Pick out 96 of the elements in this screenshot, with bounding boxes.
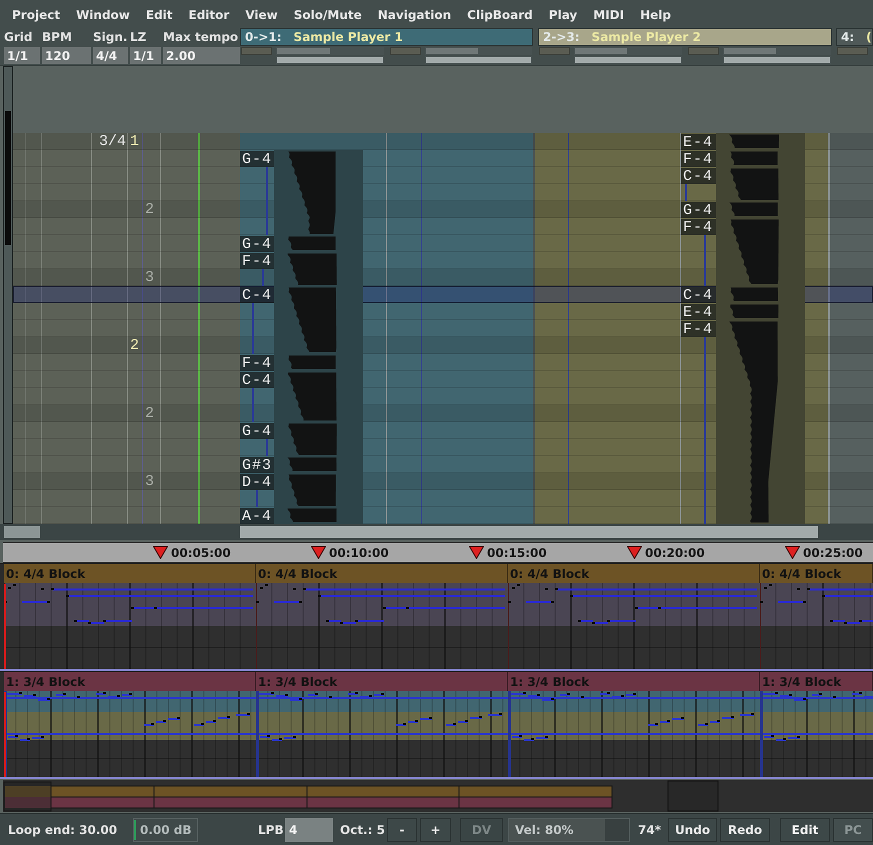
setting-field[interactable]: 1/1: [4, 47, 40, 64]
toggle-button[interactable]: [837, 47, 868, 55]
time-signature: 3/4: [98, 133, 127, 150]
undo-button[interactable]: Undo: [668, 818, 717, 842]
track-name: (: [866, 30, 872, 44]
note-label: F-4: [240, 253, 274, 269]
track-title-bar[interactable]: 4: (: [836, 28, 873, 46]
menu-item[interactable]: Solo/Mute: [286, 4, 370, 24]
track-title-bar[interactable]: 0->1: Sample Player 1: [240, 28, 533, 46]
setting-label: Grid: [4, 30, 32, 44]
note-label: G-4: [240, 423, 274, 439]
slider-track[interactable]: [276, 47, 384, 55]
setting-field[interactable]: 2.00: [163, 47, 240, 64]
note-label: C-4: [240, 372, 274, 388]
track-number: 0->1:: [245, 30, 282, 44]
time-label: 00:25:00: [803, 546, 863, 560]
redo-button[interactable]: Redo: [720, 818, 770, 842]
toggle-button[interactable]: [688, 47, 719, 55]
menu-item[interactable]: Edit: [138, 4, 181, 24]
toggle-button[interactable]: [241, 47, 272, 55]
triangle-marker-icon: [785, 546, 800, 559]
lpb-label: LPB: [258, 822, 283, 836]
octave-down-button[interactable]: -: [387, 818, 417, 842]
lpb-field[interactable]: 4: [285, 818, 333, 842]
note-label: G#3: [240, 457, 274, 473]
scrollbar-thumb[interactable]: [240, 526, 818, 538]
note-label: F-4: [681, 321, 716, 337]
note-label: G-4: [240, 236, 274, 252]
setting-label: Max tempo: [163, 30, 238, 44]
volume-slider[interactable]: 0.00 dB: [133, 818, 198, 842]
bar-number: 1: [129, 133, 140, 150]
triangle-marker-icon: [311, 546, 326, 559]
block-title[interactable]: 0: 4/4 Block: [4, 564, 256, 583]
beat-number: 2: [144, 201, 156, 218]
triangle-marker-icon: [469, 546, 484, 559]
menu-item[interactable]: ClipBoard: [459, 4, 541, 24]
triangle-marker-icon: [627, 546, 642, 559]
scrollbar-thumb[interactable]: [4, 526, 40, 538]
scrollbar-thumb[interactable]: [5, 111, 11, 245]
note-label: F-4: [681, 151, 716, 167]
note-label: G-4: [681, 202, 716, 218]
block-title[interactable]: 0: 4/4 Block: [508, 564, 760, 583]
menu-item[interactable]: Help: [632, 4, 679, 24]
beat-number: 3: [144, 269, 156, 286]
bar-number: 2: [129, 337, 140, 354]
track-number: 2->3:: [543, 30, 580, 44]
mode-button[interactable]: PC: [833, 818, 873, 842]
note-label: E-4: [681, 304, 716, 320]
menu-item[interactable]: Editor: [180, 4, 238, 24]
slider-track[interactable]: [424, 47, 532, 55]
track-name: Sample Player 1: [294, 30, 403, 44]
setting-field[interactable]: 120: [42, 47, 91, 64]
menu-item[interactable]: Project: [4, 4, 68, 24]
note-label: C-4: [240, 287, 274, 303]
timeline-ruler[interactable]: 00:05:00 00:10:00 00:15:00 00:20:00 00:25:00: [3, 542, 873, 563]
octave-up-button[interactable]: +: [420, 818, 451, 842]
octave-label: Oct.: 5: [340, 822, 384, 836]
setting-label: LZ: [130, 30, 146, 44]
vertical-scrollbar[interactable]: [3, 66, 13, 524]
note-label: F-4: [681, 219, 716, 235]
time-label: 00:10:00: [329, 546, 389, 560]
slider-track[interactable]: [723, 47, 831, 55]
setting-label: Sign.: [93, 30, 128, 44]
menu-item[interactable]: Window: [68, 4, 138, 24]
track-number: 4:: [841, 30, 854, 44]
mode-button[interactable]: Edit: [780, 818, 830, 842]
menu-item[interactable]: MIDI: [585, 4, 632, 24]
loop-end-label: Loop end: 30.00: [8, 822, 118, 836]
menu-item[interactable]: View: [237, 4, 286, 24]
menu-item[interactable]: Navigation: [370, 4, 460, 24]
toggle-button[interactable]: [539, 47, 570, 55]
block-title[interactable]: 0: 4/4 Block: [256, 564, 508, 583]
time-label: 00:20:00: [645, 546, 705, 560]
note-label: G-4: [240, 151, 274, 167]
menu-item[interactable]: Play: [540, 4, 586, 24]
setting-field[interactable]: 4/4: [93, 47, 128, 64]
note-label: F-4: [240, 355, 274, 371]
dv-toggle-button[interactable]: DV: [460, 818, 503, 842]
setting-field[interactable]: 1/1: [130, 47, 161, 64]
toggle-button[interactable]: [390, 47, 420, 55]
beat-number: 3: [144, 473, 156, 490]
note-label: A-4: [240, 508, 274, 524]
edit-count-label: 74*: [638, 822, 662, 836]
beat-number: 2: [144, 405, 156, 422]
triangle-marker-icon: [153, 546, 168, 559]
track-name: Sample Player 2: [592, 30, 701, 44]
block-title[interactable]: 0: 4/4 Block: [760, 564, 873, 583]
time-label: 00:15:00: [487, 546, 547, 560]
note-label: C-4: [681, 287, 716, 303]
note-label: E-4: [681, 134, 716, 150]
slider-track[interactable]: [574, 47, 682, 55]
note-label: D-4: [240, 474, 274, 490]
velocity-slider[interactable]: Vel: 80%: [508, 818, 630, 842]
note-label: C-4: [681, 168, 716, 184]
setting-label: BPM: [42, 30, 72, 44]
time-label: 00:05:00: [171, 546, 231, 560]
